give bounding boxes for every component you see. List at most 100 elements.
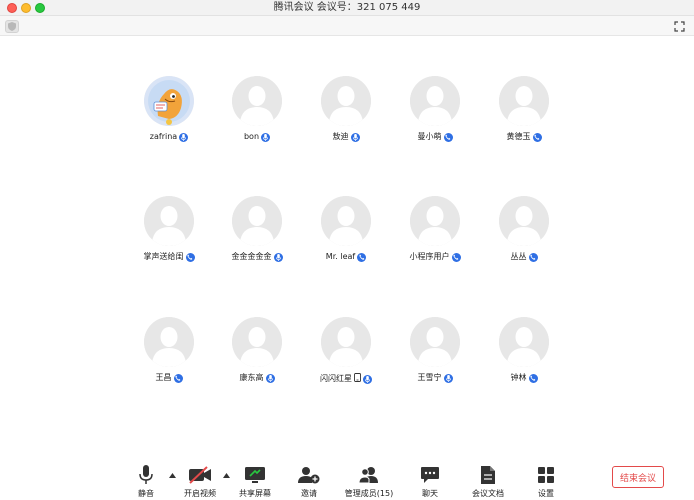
participant-tile[interactable]: 王昌 [124, 317, 214, 383]
phone-icon [443, 132, 453, 142]
participant-name: 曼小萌 [417, 132, 442, 141]
mic-icon [261, 132, 271, 142]
participant-name-row: 金金金金金 [212, 252, 302, 262]
participant-name-row: 黄德玉 [479, 132, 569, 142]
manage-members-button[interactable]: 管理成员(15) [339, 464, 399, 499]
fullscreen-button[interactable] [672, 19, 686, 33]
participant-tile[interactable]: 敖迪 [301, 76, 391, 142]
participant-tile[interactable]: 丛丛 [479, 196, 569, 262]
shield-icon [8, 22, 16, 31]
phone-icon [185, 252, 195, 262]
meeting-docs-label: 会议文档 [472, 489, 504, 498]
share-screen-button[interactable]: 共享屏幕 [225, 464, 285, 499]
participant-tile[interactable]: 黄德玉 [479, 76, 569, 142]
participant-name-row: Mr. leaf [301, 252, 391, 262]
phone-icon [532, 132, 542, 142]
participant-name-row: 康东高 [212, 373, 302, 383]
mobile-icon [354, 373, 361, 385]
mute-button[interactable]: 静音 [116, 464, 176, 499]
phone-icon [451, 252, 461, 262]
phone-icon [528, 373, 538, 383]
participant-name-row: zafrina [124, 132, 214, 142]
phone-icon [357, 252, 367, 262]
members-icon [339, 464, 399, 486]
settings-grid-icon [516, 464, 576, 486]
participant-tile[interactable]: 王雪宁 [390, 317, 480, 383]
participant-name: 闪闪红星 [320, 374, 352, 383]
participant-name-row: 丛丛 [479, 252, 569, 262]
participant-tile[interactable]: 钟林 [479, 317, 569, 383]
participant-name: 小程序用户 [409, 252, 450, 261]
settings-button[interactable]: 设置 [516, 464, 576, 499]
participant-tile[interactable]: zafrina [124, 76, 214, 142]
start-video-button[interactable]: 开启视频 [170, 464, 230, 499]
participant-name: 敖迪 [332, 132, 349, 141]
participant-name: bon [243, 132, 260, 141]
participant-name-row: 小程序用户 [390, 252, 480, 262]
participant-tile[interactable]: Mr. leaf [301, 196, 391, 262]
participant-name: 丛丛 [510, 252, 527, 261]
chat-icon [400, 464, 460, 486]
mic-icon [443, 373, 453, 383]
default-avatar [499, 317, 549, 367]
settings-label: 设置 [538, 489, 554, 498]
participant-tile[interactable]: 掌声送给闺 [124, 196, 214, 262]
mute-label: 静音 [138, 489, 154, 498]
share-screen-label: 共享屏幕 [239, 489, 271, 498]
invite-button[interactable]: 邀请 [279, 464, 339, 499]
user-avatar [144, 76, 194, 126]
meeting-docs-button[interactable]: 会议文档 [458, 464, 518, 499]
participant-name: 掌声送给闺 [143, 252, 184, 261]
participant-tile[interactable]: 康东高 [212, 317, 302, 383]
participant-name: 金金金金金 [231, 252, 272, 261]
phone-icon [173, 373, 183, 383]
mic-icon [273, 252, 283, 262]
participant-name-row: bon [212, 132, 302, 142]
participant-name-row: 钟林 [479, 373, 569, 383]
chat-label: 聊天 [422, 489, 438, 498]
start-video-label: 开启视频 [184, 489, 216, 498]
phone-icon [528, 252, 538, 262]
participant-name: 黄德玉 [506, 132, 531, 141]
participant-name: 钟林 [510, 373, 527, 382]
default-avatar [232, 196, 282, 246]
chat-button[interactable]: 聊天 [400, 464, 460, 499]
default-avatar [144, 196, 194, 246]
share-screen-icon [225, 464, 285, 486]
default-avatar [410, 317, 460, 367]
participant-grid: zafrina bon 敖迪 曼小萌 黄德玉掌声送给闺 金金金金金 Mr. leaf 小程序用… [0, 36, 694, 454]
mic-icon [179, 132, 189, 142]
add-user-icon [279, 464, 339, 486]
participant-tile[interactable]: 金金金金金 [212, 196, 302, 262]
meeting-toolbar [0, 16, 694, 36]
participant-tile[interactable]: 小程序用户 [390, 196, 480, 262]
participant-name: 王雪宁 [417, 373, 442, 382]
default-avatar [232, 317, 282, 367]
fullscreen-icon [673, 20, 685, 32]
window-title: 腾讯会议 会议号：321 075 449 [273, 2, 421, 13]
participant-name-row: 王雪宁 [390, 373, 480, 383]
end-meeting-button[interactable]: 结束会议 [612, 466, 664, 488]
manage-members-label: 管理成员(15) [344, 489, 394, 498]
default-avatar [321, 196, 371, 246]
mic-icon [363, 374, 372, 384]
microphone-icon [116, 464, 176, 486]
default-avatar [321, 317, 371, 367]
participant-name-row: 闪闪红星 [301, 373, 391, 385]
participant-name-row: 王昌 [124, 373, 214, 383]
participant-name: Mr. leaf [325, 252, 356, 261]
participant-name: 康东高 [239, 373, 264, 382]
invite-label: 邀请 [301, 489, 317, 498]
participant-name-row: 敖迪 [301, 132, 391, 142]
default-avatar [321, 76, 371, 126]
camera-off-icon [170, 464, 230, 486]
participant-tile[interactable]: 曼小萌 [390, 76, 480, 142]
participant-name-row: 掌声送给闺 [124, 252, 214, 262]
participant-tile[interactable]: bon [212, 76, 302, 142]
participant-tile[interactable]: 闪闪红星 [301, 317, 391, 385]
participant-name-row: 曼小萌 [390, 132, 480, 142]
default-avatar [144, 317, 194, 367]
participant-name: zafrina [149, 132, 178, 141]
security-button[interactable] [5, 20, 19, 33]
default-avatar [232, 76, 282, 126]
